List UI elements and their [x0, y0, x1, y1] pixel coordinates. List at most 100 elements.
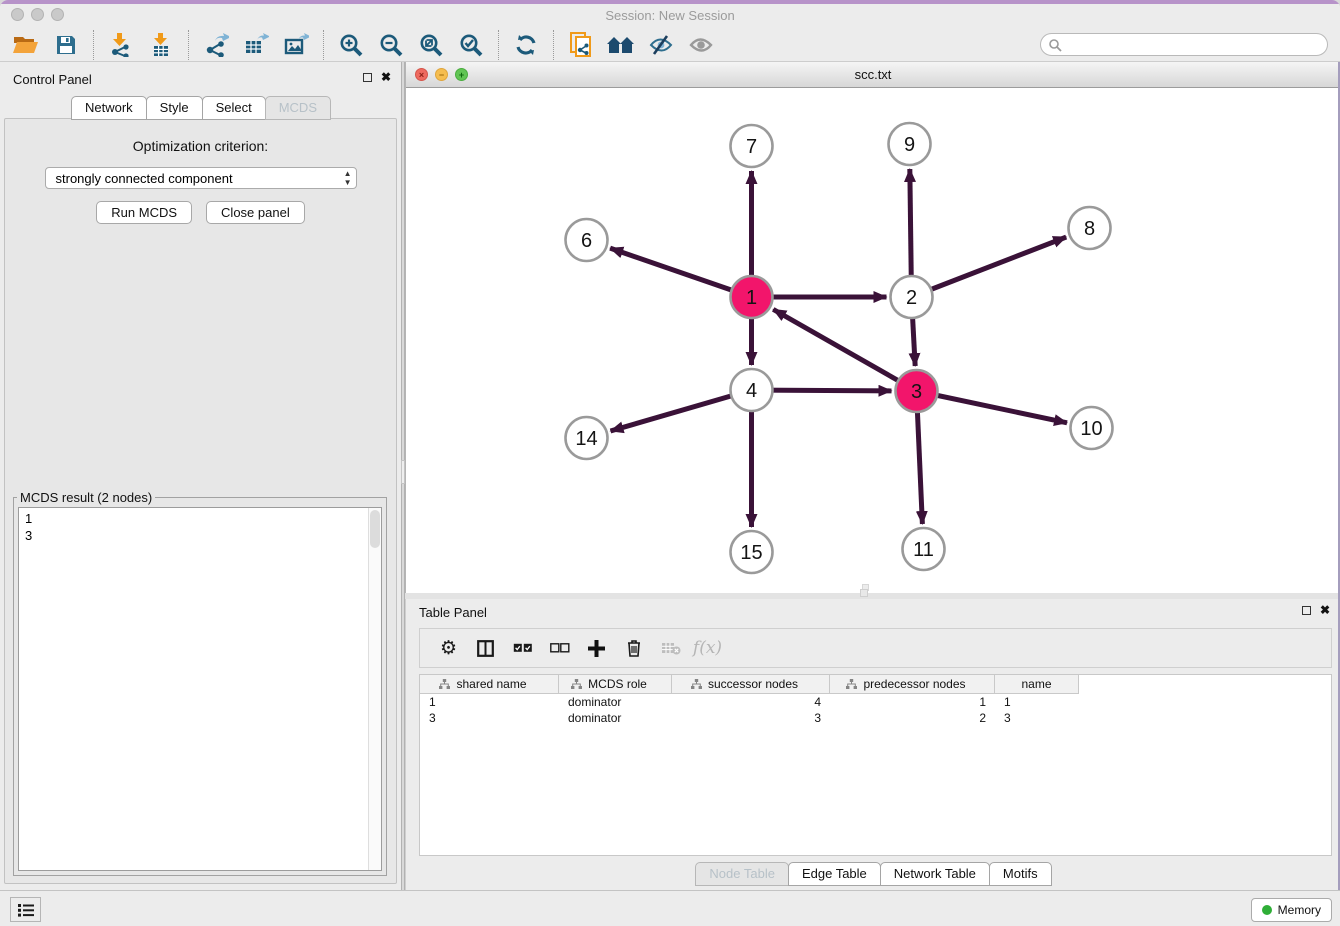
create-column-icon[interactable]: [578, 632, 615, 664]
svg-text:10: 10: [1080, 418, 1102, 440]
optimization-label: Optimization criterion:: [5, 138, 396, 154]
table-row[interactable]: 1dominator411: [420, 694, 1331, 710]
network-document-icon[interactable]: [561, 30, 601, 60]
optimization-dropdown[interactable]: strongly connected component ▲▼: [45, 167, 357, 189]
zoom-fit-icon[interactable]: [411, 30, 451, 60]
table-cell[interactable]: 3: [672, 711, 830, 725]
graph-node-3[interactable]: 3: [896, 370, 938, 412]
graph-edge-3-1[interactable]: [773, 309, 916, 391]
sort-hierarchy-icon: [571, 679, 582, 689]
open-session-icon[interactable]: [6, 30, 46, 60]
show-columns-icon[interactable]: [467, 632, 504, 664]
unselect-all-columns-icon[interactable]: [541, 632, 578, 664]
table-cell[interactable]: 3: [995, 711, 1079, 725]
tab-network-table[interactable]: Network Table: [880, 862, 990, 886]
tab-select[interactable]: Select: [202, 96, 266, 120]
float-panel-icon[interactable]: [363, 73, 372, 82]
graph-node-10[interactable]: 10: [1071, 407, 1113, 449]
column-label: MCDS role: [588, 677, 647, 691]
close-panel-icon[interactable]: ✖: [381, 72, 391, 83]
run-mcds-button[interactable]: Run MCDS: [96, 201, 192, 224]
task-list-icon: [18, 903, 34, 917]
select-all-columns-icon[interactable]: [504, 632, 541, 664]
graph-node-1[interactable]: 1: [731, 276, 773, 318]
column-header-shared-name[interactable]: shared name: [420, 675, 559, 694]
mcds-result-list[interactable]: 13: [18, 507, 382, 871]
table-settings-icon[interactable]: ⚙: [430, 632, 467, 664]
graph-node-11[interactable]: 11: [903, 528, 945, 570]
graph-edge-1-6[interactable]: [610, 248, 751, 297]
hide-selected-icon[interactable]: [641, 30, 681, 60]
mcds-result-line: 1: [25, 510, 375, 527]
table-cell[interactable]: 1: [830, 695, 995, 709]
graph-edge-3-10[interactable]: [917, 391, 1068, 423]
delete-column-icon[interactable]: [615, 632, 652, 664]
search-input[interactable]: [1040, 33, 1328, 56]
column-label: predecessor nodes: [863, 677, 965, 691]
tab-motifs[interactable]: Motifs: [989, 862, 1052, 886]
table-row[interactable]: 3dominator323: [420, 710, 1331, 726]
zoom-in-icon[interactable]: [331, 30, 371, 60]
table-cell[interactable]: 2: [830, 711, 995, 725]
import-table-icon[interactable]: [141, 30, 181, 60]
table-cell[interactable]: dominator: [559, 695, 672, 709]
network-graph[interactable]: 7 9 6 8 1 2 4 3 14 10 15 11: [406, 88, 1340, 593]
svg-text:3: 3: [911, 381, 922, 403]
control-panel-title: Control Panel: [13, 72, 92, 87]
graph-node-2[interactable]: 2: [891, 276, 933, 318]
tab-mcds[interactable]: MCDS: [265, 96, 331, 120]
column-header-successor-nodes[interactable]: successor nodes: [672, 675, 830, 694]
export-network-icon[interactable]: [196, 30, 236, 60]
tab-style[interactable]: Style: [146, 96, 203, 120]
save-session-icon[interactable]: [46, 30, 86, 60]
mcds-result-line: 3: [25, 527, 375, 544]
home-layouts-icon[interactable]: [601, 30, 641, 60]
table-cell[interactable]: 1: [995, 695, 1079, 709]
graph-node-6[interactable]: 6: [566, 219, 608, 261]
result-scrollbar[interactable]: [368, 508, 381, 870]
node-table[interactable]: shared name MCDS role successor nodes prede…: [419, 674, 1332, 856]
import-network-icon[interactable]: [101, 30, 141, 60]
tab-network[interactable]: Network: [71, 96, 147, 120]
refresh-layout-icon[interactable]: [506, 30, 546, 60]
graph-node-14[interactable]: 14: [566, 417, 608, 459]
svg-text:8: 8: [1084, 218, 1095, 240]
titlebar: Session: New Session: [0, 4, 1340, 28]
column-header-name[interactable]: name: [995, 675, 1079, 694]
graph-node-4[interactable]: 4: [731, 369, 773, 411]
table-panel-title: Table Panel: [419, 605, 487, 620]
tab-edge-table[interactable]: Edge Table: [788, 862, 881, 886]
float-table-panel-icon[interactable]: [1302, 606, 1311, 615]
table-cell[interactable]: dominator: [559, 711, 672, 725]
svg-text:4: 4: [746, 380, 757, 402]
graph-node-15[interactable]: 15: [731, 531, 773, 573]
graph-node-7[interactable]: 7: [731, 125, 773, 167]
zoom-out-icon[interactable]: [371, 30, 411, 60]
show-all-icon[interactable]: [681, 30, 721, 60]
export-table-icon[interactable]: [236, 30, 276, 60]
graph-node-9[interactable]: 9: [889, 123, 931, 165]
search-icon: [1048, 38, 1062, 52]
svg-text:2: 2: [906, 287, 917, 309]
memory-status-icon: [1262, 905, 1272, 915]
zoom-selected-icon[interactable]: [451, 30, 491, 60]
graph-node-8[interactable]: 8: [1069, 207, 1111, 249]
network-window-titlebar[interactable]: × − + scc.txt: [406, 62, 1340, 88]
table-cell[interactable]: 1: [420, 695, 559, 709]
table-cell[interactable]: 3: [420, 711, 559, 725]
tab-node-table[interactable]: Node Table: [695, 862, 789, 886]
node-table-header: shared name MCDS role successor nodes prede…: [420, 675, 1331, 694]
column-header-MCDS-role[interactable]: MCDS role: [559, 675, 672, 694]
column-label: shared name: [456, 677, 526, 691]
column-header-predecessor-nodes[interactable]: predecessor nodes: [830, 675, 995, 694]
graph-edge-2-8[interactable]: [912, 237, 1067, 297]
close-table-panel-icon[interactable]: ✖: [1320, 605, 1330, 616]
sort-hierarchy-icon: [846, 679, 857, 689]
table-cell[interactable]: 4: [672, 695, 830, 709]
memory-button[interactable]: Memory: [1251, 898, 1332, 922]
task-history-button[interactable]: [10, 897, 41, 922]
sort-hierarchy-icon: [691, 679, 702, 689]
network-canvas[interactable]: 7 9 6 8 1 2 4 3 14 10 15 11: [406, 88, 1340, 593]
close-panel-button[interactable]: Close panel: [206, 201, 305, 224]
export-image-icon[interactable]: [276, 30, 316, 60]
